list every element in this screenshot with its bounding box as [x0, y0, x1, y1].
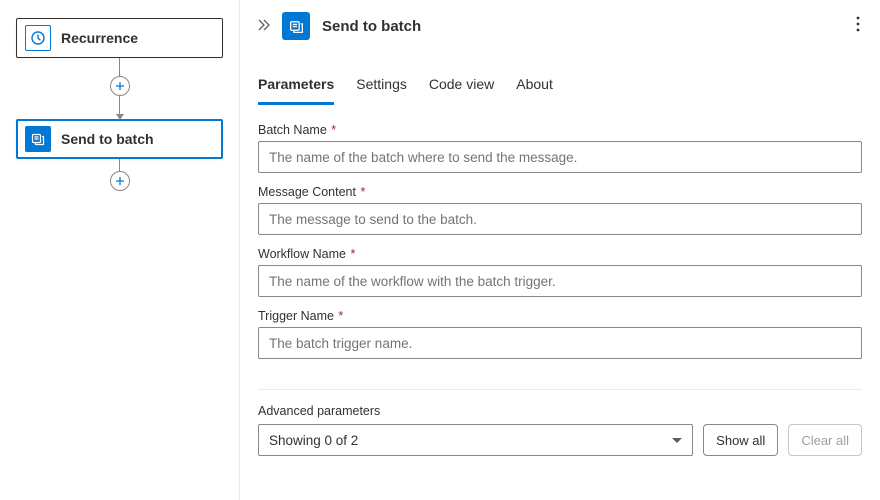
- batch-name-input[interactable]: [258, 141, 862, 173]
- node-label: Recurrence: [61, 30, 138, 46]
- batch-icon: [25, 126, 51, 152]
- node-label: Send to batch: [61, 131, 154, 147]
- more-menu-button[interactable]: [852, 16, 864, 37]
- node-recurrence[interactable]: Recurrence: [16, 18, 223, 58]
- parameters-form: Batch Name * Message Content * Workflow …: [240, 105, 880, 371]
- node-send-to-batch[interactable]: Send to batch: [16, 119, 223, 159]
- field-trigger-name: Trigger Name *: [258, 309, 862, 359]
- panel-tabs: Parameters Settings Code view About: [240, 50, 880, 105]
- divider: [258, 389, 862, 390]
- clear-all-button: Clear all: [788, 424, 862, 456]
- show-all-button[interactable]: Show all: [703, 424, 778, 456]
- panel-title: Send to batch: [322, 18, 840, 35]
- clock-icon: [25, 25, 51, 51]
- advanced-label: Advanced parameters: [258, 404, 862, 418]
- field-batch-name: Batch Name *: [258, 123, 862, 173]
- batch-icon: [282, 12, 310, 40]
- node-connector: [16, 58, 223, 119]
- tab-settings[interactable]: Settings: [356, 70, 407, 104]
- workflow-name-input[interactable]: [258, 265, 862, 297]
- field-message-content: Message Content *: [258, 185, 862, 235]
- select-value: Showing 0 of 2: [269, 433, 358, 448]
- collapse-button[interactable]: [256, 16, 270, 37]
- add-step-button[interactable]: [110, 76, 130, 96]
- tab-about[interactable]: About: [516, 70, 553, 104]
- trigger-name-input[interactable]: [258, 327, 862, 359]
- field-label: Trigger Name *: [258, 309, 862, 323]
- message-content-input[interactable]: [258, 203, 862, 235]
- panel-header: Send to batch: [240, 0, 880, 50]
- node-connector-end: [16, 159, 223, 191]
- field-label: Message Content *: [258, 185, 862, 199]
- designer-canvas: Recurrence Send to batch: [0, 0, 240, 500]
- tab-parameters[interactable]: Parameters: [258, 70, 334, 105]
- advanced-parameters: Advanced parameters Showing 0 of 2 Show …: [240, 404, 880, 474]
- arrow-down-icon: [116, 114, 124, 120]
- advanced-select[interactable]: Showing 0 of 2: [258, 424, 693, 456]
- field-label: Batch Name *: [258, 123, 862, 137]
- action-panel: Send to batch Parameters Settings Code v…: [240, 0, 880, 500]
- tab-code-view[interactable]: Code view: [429, 70, 494, 104]
- chevron-down-icon: [672, 438, 682, 443]
- field-label: Workflow Name *: [258, 247, 862, 261]
- add-step-button[interactable]: [110, 171, 130, 191]
- field-workflow-name: Workflow Name *: [258, 247, 862, 297]
